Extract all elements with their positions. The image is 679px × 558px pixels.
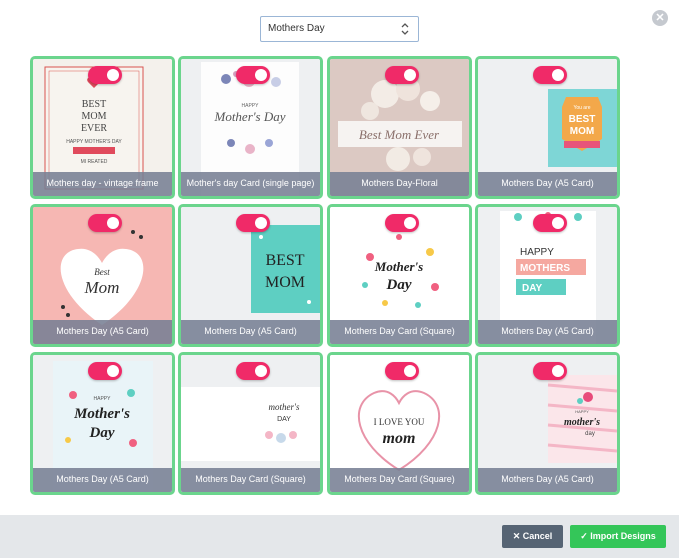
art-text: I LOVE YOU — [374, 417, 425, 427]
toggle-knob — [404, 365, 416, 377]
design-card[interactable]: Best Mom Mothers Day (A5 Card) — [30, 204, 175, 347]
art-text: Best — [94, 267, 110, 277]
toggle-knob — [552, 365, 564, 377]
include-toggle[interactable] — [533, 362, 567, 380]
include-toggle[interactable] — [236, 66, 270, 84]
design-card[interactable]: HAPPY Mother's Day Mother's day Card (si… — [178, 56, 323, 199]
toggle-knob — [107, 69, 119, 81]
design-title: Mothers Day Card (Square) — [181, 468, 320, 492]
art-text: mother's — [269, 402, 300, 412]
design-title: Mothers Day (A5 Card) — [181, 320, 320, 344]
design-card[interactable]: HAPPY MOTHERS DAY Mothers Day (A5 Card) — [475, 204, 620, 347]
design-card[interactable]: mother's DAY Mothers Day Card (Square) — [178, 352, 323, 495]
art-text: Mother's — [374, 259, 423, 274]
toggle-knob — [255, 69, 267, 81]
design-category-select[interactable]: Mothers Day — [260, 16, 419, 42]
include-toggle[interactable] — [385, 66, 419, 84]
art-text: MOTHERS — [520, 263, 570, 274]
include-toggle[interactable] — [385, 362, 419, 380]
art-text: DAY — [277, 416, 291, 423]
select-value: Mothers Day — [268, 23, 325, 34]
include-toggle[interactable] — [88, 66, 122, 84]
toggle-knob — [107, 365, 119, 377]
art-text: mother's — [564, 417, 600, 428]
toggle-knob — [404, 217, 416, 229]
art-text: DAY — [522, 283, 543, 294]
toggle-knob — [552, 217, 564, 229]
art-text: HAPPY — [520, 247, 554, 258]
design-title: Mothers Day-Floral — [330, 172, 469, 196]
design-card[interactable]: Best Mom Ever Mothers Day-Floral — [327, 56, 472, 199]
art-text: HAPPY — [94, 396, 112, 402]
art-text: HAPPY MOTHER'S DAY — [66, 139, 122, 145]
modal-footer: ✕ Cancel ✓ Import Designs — [0, 515, 679, 558]
design-title: Mothers Day (A5 Card) — [478, 468, 617, 492]
include-toggle[interactable] — [236, 214, 270, 232]
include-toggle[interactable] — [236, 362, 270, 380]
include-toggle[interactable] — [88, 362, 122, 380]
cancel-label: Cancel — [522, 531, 553, 541]
cancel-button[interactable]: ✕ Cancel — [502, 525, 563, 548]
design-card[interactable]: You are BEST MOM Mothers Day (A5 Card) — [475, 56, 620, 199]
art-text: Day — [89, 425, 115, 441]
design-title: Mothers Day Card (Square) — [330, 320, 469, 344]
design-title: Mother's day Card (single page) — [181, 172, 320, 196]
design-title: Mothers Day Card (Square) — [330, 468, 469, 492]
toggle-knob — [552, 69, 564, 81]
check-icon: ✓ — [580, 531, 591, 541]
design-card[interactable]: I LOVE YOU mom Mothers Day Card (Square) — [327, 352, 472, 495]
import-designs-button[interactable]: ✓ Import Designs — [570, 525, 666, 548]
design-card[interactable]: BEST MOM EVER HAPPY MOTHER'S DAY MI REAT… — [30, 56, 175, 199]
design-title: Mothers Day (A5 Card) — [478, 320, 617, 344]
toggle-knob — [404, 69, 416, 81]
select-arrows-icon — [401, 23, 409, 35]
art-text: Mom — [84, 278, 120, 297]
art-text: Mother's — [73, 406, 130, 422]
art-text: Day — [386, 277, 412, 293]
import-label: Import Designs — [590, 531, 656, 541]
art-text: You are — [573, 105, 590, 111]
include-toggle[interactable] — [533, 214, 567, 232]
design-title: Mothers Day (A5 Card) — [478, 172, 617, 196]
design-card[interactable]: BEST MOM Mothers Day (A5 Card) — [178, 204, 323, 347]
art-text: BEST — [265, 252, 304, 269]
design-card[interactable]: HAPPY Mother's Day Mothers Day (A5 Card) — [30, 352, 175, 495]
art-text: Best Mom Ever — [359, 127, 440, 142]
art-text: Mother's Day — [213, 109, 285, 124]
art-text: MOM — [265, 274, 305, 291]
design-card[interactable]: Mother's Day Mothers Day Card (Square) — [327, 204, 472, 347]
art-text: BEST — [82, 99, 106, 110]
art-text: MOM — [570, 126, 594, 137]
art-text: EVER — [81, 123, 107, 134]
include-toggle[interactable] — [533, 66, 567, 84]
toggle-knob — [255, 365, 267, 377]
design-card[interactable]: HAPPY mother's day Mothers Day (A5 Card) — [475, 352, 620, 495]
include-toggle[interactable] — [385, 214, 419, 232]
art-text: HAPPY — [575, 409, 589, 414]
close-icon[interactable]: ✕ — [652, 10, 668, 26]
art-text: day — [585, 431, 595, 437]
art-text: MOM — [81, 111, 106, 122]
design-title: Mothers Day (A5 Card) — [33, 320, 172, 344]
design-title: Mothers Day (A5 Card) — [33, 468, 172, 492]
include-toggle[interactable] — [88, 214, 122, 232]
art-text: BEST — [569, 114, 596, 125]
design-title: Mothers day - vintage frame — [33, 172, 172, 196]
art-text: mom — [383, 430, 416, 447]
toggle-knob — [107, 217, 119, 229]
toggle-knob — [255, 217, 267, 229]
close-icon: ✕ — [512, 531, 523, 541]
art-text: MI REATED — [81, 159, 108, 165]
